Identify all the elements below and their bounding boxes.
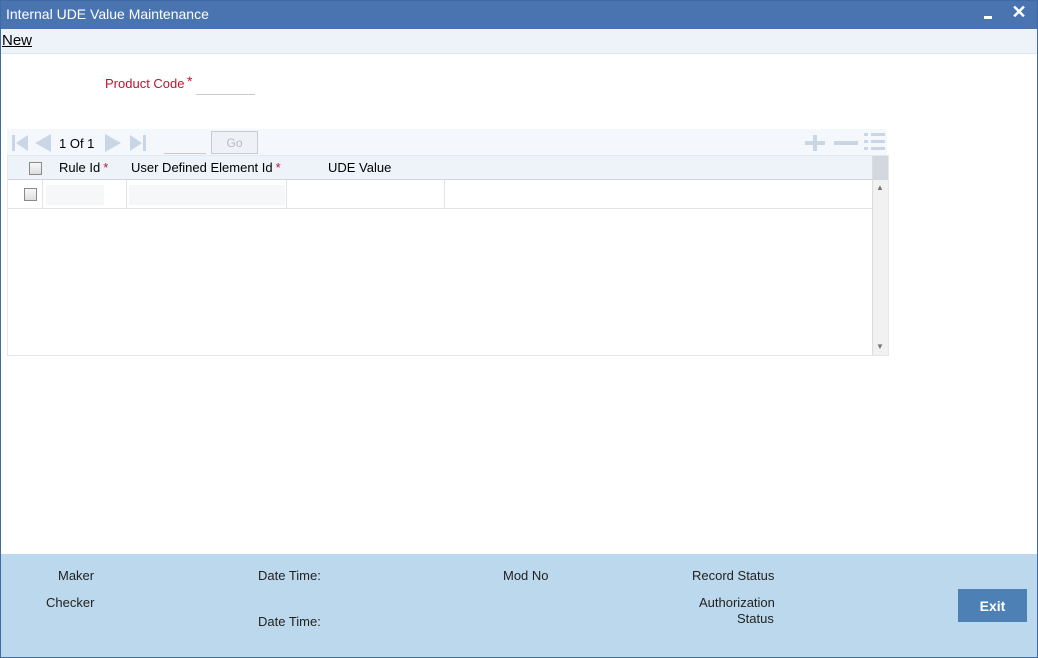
new-link[interactable]: New [2,32,32,49]
maker-date-time-label: Date Time: [258,568,321,583]
select-all-checkbox[interactable] [29,162,42,175]
grid-toolbar: 1 Of 1 Go [7,129,887,155]
title-bar: Internal UDE Value Maintenance ✕ [1,1,1037,29]
column-header-rule-id[interactable]: Rule Id * [59,156,108,180]
add-row-icon[interactable] [804,133,826,153]
audit-footer: Maker Checker Date Time: Date Time: Mod … [1,554,1037,657]
column-divider [42,180,43,209]
column-label: Rule Id [59,160,101,175]
grid-scrollbar[interactable]: ▲ ▼ [872,156,888,355]
first-page-icon[interactable] [10,133,30,153]
maker-label: Maker [58,568,95,583]
menu-bar: New [1,29,1037,54]
required-marker: * [103,160,109,175]
product-code-label: Product Code [105,76,185,91]
page-number-input[interactable] [164,136,206,154]
column-header-ude-value[interactable]: UDE Value [328,156,391,180]
product-code-input[interactable] [196,77,255,95]
product-code-required-marker: * [187,73,193,89]
element-id-input[interactable] [129,185,285,205]
authorization-status-label: Status [737,611,774,626]
table-row [8,180,872,209]
row-checkbox[interactable] [24,188,37,201]
last-page-icon[interactable] [128,133,148,153]
record-status-label: Record Status [692,568,775,583]
window: Internal UDE Value Maintenance ✕ New Pro… [0,0,1038,658]
required-marker: * [275,160,281,175]
window-title: Internal UDE Value Maintenance [6,6,209,22]
column-label: User Defined Element Id [131,160,273,175]
scroll-thumb[interactable] [873,156,888,180]
multi-entry-icon[interactable] [863,131,887,153]
delete-row-icon[interactable] [833,133,859,153]
column-label: UDE Value [328,160,392,175]
ude-grid: Rule Id * User Defined Element Id * UDE Va… [7,155,889,356]
column-header-element-id[interactable]: User Defined Element Id * [131,156,281,180]
minimize-icon[interactable] [981,5,995,23]
scroll-up-icon[interactable]: ▲ [876,183,884,192]
grid-header: Rule Id * User Defined Element Id * UDE Va… [8,156,872,180]
rule-id-input[interactable] [46,185,104,205]
checker-label: Checker [46,595,95,610]
next-page-icon[interactable] [103,133,123,153]
authorization-label: Authorization [699,595,775,610]
go-button[interactable]: Go [211,131,258,154]
scroll-down-icon[interactable]: ▼ [876,342,884,351]
exit-button[interactable]: Exit [958,589,1027,622]
column-divider [126,180,127,209]
column-divider [286,180,287,209]
mod-no-label: Mod No [503,568,549,583]
close-icon[interactable]: ✕ [1009,1,1029,25]
checker-date-time-label: Date Time: [258,614,321,629]
prev-page-icon[interactable] [33,133,53,153]
column-divider [444,180,445,209]
ude-value-input[interactable] [289,185,443,205]
page-indicator: 1 Of 1 [59,136,95,151]
